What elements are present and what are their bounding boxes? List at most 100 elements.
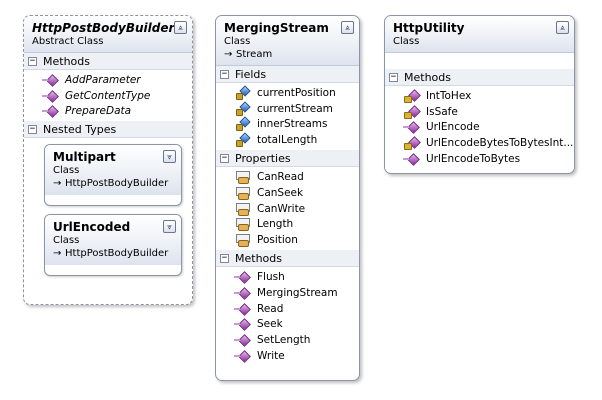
member-item[interactable]: CanRead: [216, 169, 359, 185]
member-name: PrepareData: [65, 105, 132, 118]
section-properties[interactable]: − Properties: [216, 150, 359, 168]
section-collapse-icon[interactable]: −: [389, 72, 398, 82]
member-name: UrlEncodeToBytes: [426, 153, 521, 166]
member-item[interactable]: UrlEncode: [385, 120, 574, 136]
member-item[interactable]: totalLength: [216, 132, 359, 148]
section-nested-types[interactable]: − Nested Types: [24, 121, 192, 139]
section-methods[interactable]: − Methods: [216, 250, 359, 268]
member-name: IsSafe: [426, 105, 458, 118]
private-method-icon: [403, 89, 421, 103]
base-class-name: HttpPostBodyBuilder: [65, 248, 169, 260]
method-icon: [234, 302, 252, 316]
member-item[interactable]: innerStreams: [216, 117, 359, 133]
member-item[interactable]: currentPosition: [216, 85, 359, 101]
section-label: Methods: [43, 54, 90, 68]
property-icon: [234, 170, 252, 185]
member-name: GetContentType: [65, 89, 151, 102]
collapse-chevron-icon[interactable]: ⩓: [556, 21, 569, 34]
member-item[interactable]: SetLength: [216, 332, 359, 348]
section-collapse-icon[interactable]: −: [220, 69, 229, 79]
class-name: Multipart: [53, 150, 116, 165]
base-class: → HttpPostBodyBuilder: [53, 178, 168, 190]
private-method-icon: [403, 136, 421, 151]
field-icon: [234, 117, 252, 132]
member-name: totalLength: [257, 134, 318, 147]
collapse-chevron-icon[interactable]: ⩓: [174, 21, 187, 34]
section-label: Properties: [235, 151, 291, 165]
member-item[interactable]: Flush: [216, 269, 359, 285]
collapse-chevron-icon[interactable]: ⩓: [341, 21, 354, 34]
class-mergingstream[interactable]: MergingStream Class → Stream ⩓ − Fields c…: [215, 15, 360, 381]
member-item[interactable]: currentStream: [216, 101, 359, 117]
class-stereotype: Abstract Class: [32, 36, 104, 47]
class-stereotype: Class: [53, 165, 80, 177]
member-item[interactable]: UrlEncodeBytesToBytesInt...: [385, 135, 574, 151]
member-name: UrlEncodeBytesToBytesInt...: [426, 137, 574, 150]
method-icon: [42, 104, 60, 118]
class-header[interactable]: MergingStream Class → Stream ⩓: [216, 16, 359, 66]
member-item[interactable]: Length: [216, 217, 359, 233]
member-item[interactable]: Position: [216, 232, 359, 248]
class-httppostbodybuilder[interactable]: HttpPostBodyBuilder Abstract Class ⩓ − M…: [23, 15, 193, 305]
member-item[interactable]: AddParameter: [24, 72, 192, 88]
member-item[interactable]: UrlEncodeToBytes: [385, 151, 574, 167]
base-class-name: Stream: [236, 49, 273, 60]
member-name: MergingStream: [257, 286, 338, 299]
class-stereotype: Class: [224, 36, 251, 47]
class-header[interactable]: HttpUtility Class ⩓: [385, 16, 574, 53]
method-icon: [403, 152, 421, 166]
nested-class-urlencoded[interactable]: UrlEncoded Class → HttpPostBodyBuilder ⩔: [44, 214, 182, 277]
section-fields[interactable]: − Fields: [216, 66, 359, 83]
property-icon: [234, 186, 252, 200]
section-collapse-icon[interactable]: −: [28, 56, 37, 66]
member-name: CanSeek: [257, 186, 304, 199]
method-icon: [42, 73, 60, 87]
expand-chevron-icon[interactable]: ⩔: [163, 220, 176, 234]
member-name: CanRead: [257, 171, 304, 184]
field-icon: [234, 133, 252, 148]
section-label: Methods: [404, 70, 451, 84]
member-name: Position: [257, 234, 298, 247]
member-name: IntToHex: [426, 89, 472, 102]
section-methods[interactable]: − Methods: [24, 53, 192, 70]
private-method-icon: [403, 105, 421, 119]
class-name: UrlEncoded: [53, 220, 131, 235]
member-name: Flush: [257, 271, 285, 284]
class-stereotype: Class: [53, 235, 80, 247]
member-item[interactable]: CanWrite: [216, 201, 359, 217]
method-icon: [234, 270, 252, 284]
member-item[interactable]: Seek: [216, 317, 359, 333]
nested-class-multipart[interactable]: Multipart Class → HttpPostBodyBuilder ⩔: [44, 144, 182, 207]
member-item[interactable]: IsSafe: [385, 104, 574, 120]
member-name: Write: [257, 350, 285, 363]
class-name: MergingStream: [224, 21, 329, 35]
class-name: HttpPostBodyBuilder: [32, 21, 175, 35]
member-item[interactable]: Write: [216, 348, 359, 364]
class-header[interactable]: HttpPostBodyBuilder Abstract Class ⩓: [24, 16, 192, 53]
class-httputility[interactable]: HttpUtility Class ⩓ − Methods IntToHex I…: [384, 15, 575, 174]
expand-chevron-icon[interactable]: ⩔: [163, 150, 176, 164]
member-item[interactable]: IntToHex: [385, 88, 574, 104]
member-item[interactable]: PrepareData: [24, 104, 192, 120]
class-header[interactable]: Multipart Class → HttpPostBodyBuilder ⩔: [45, 145, 181, 196]
section-methods[interactable]: − Methods: [385, 69, 574, 86]
member-name: AddParameter: [65, 73, 141, 86]
section-label: Methods: [235, 251, 282, 265]
member-name: currentStream: [257, 102, 333, 115]
inheritance-arrow-icon: →: [53, 248, 62, 260]
method-icon: [234, 349, 252, 363]
property-icon: [234, 202, 252, 216]
member-name: SetLength: [257, 334, 311, 347]
class-stereotype: Class: [393, 36, 420, 47]
member-name: Seek: [257, 318, 283, 331]
section-collapse-icon[interactable]: −: [28, 124, 37, 134]
member-item[interactable]: GetContentType: [24, 88, 192, 104]
class-header[interactable]: UrlEncoded Class → HttpPostBodyBuilder ⩔: [45, 215, 181, 266]
method-icon: [234, 333, 252, 347]
section-collapse-icon[interactable]: −: [220, 253, 229, 263]
member-item[interactable]: Read: [216, 301, 359, 317]
section-collapse-icon[interactable]: −: [220, 153, 229, 163]
section-label: Fields: [235, 67, 267, 81]
member-item[interactable]: MergingStream: [216, 285, 359, 301]
member-item[interactable]: CanSeek: [216, 185, 359, 201]
